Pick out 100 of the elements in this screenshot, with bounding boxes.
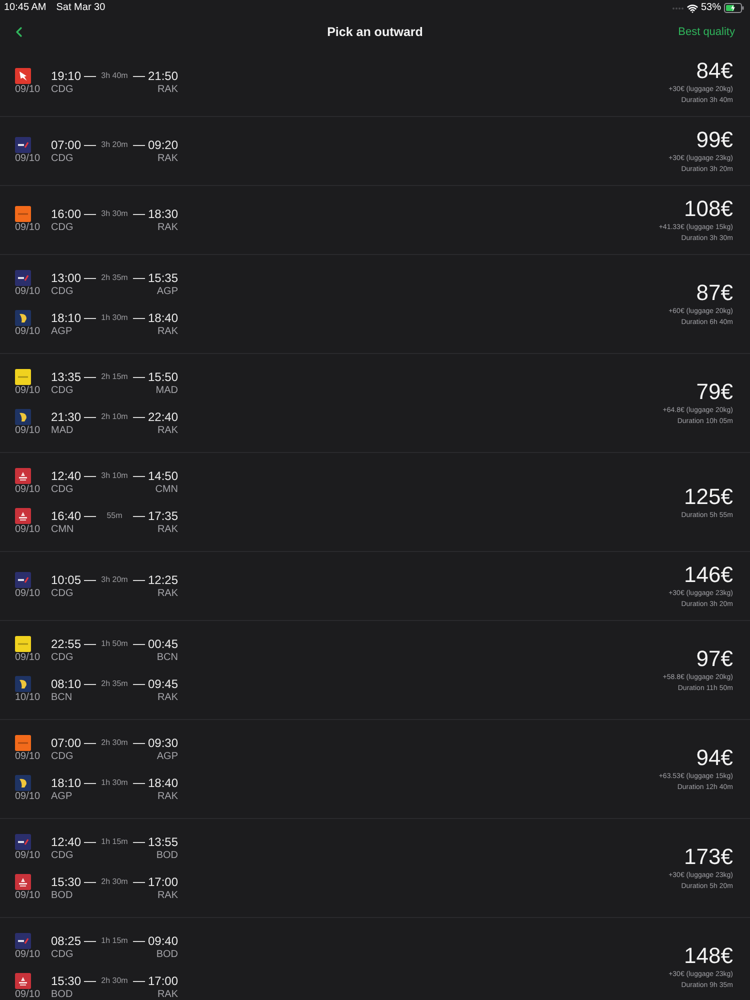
flight-price: 87€ bbox=[696, 280, 733, 306]
leg-duration: 1h 15m bbox=[101, 936, 128, 946]
departure-airport: CMN bbox=[51, 524, 74, 536]
battery-charging-icon bbox=[724, 3, 744, 13]
arrival-airport: RAK bbox=[157, 425, 178, 437]
best-quality-button[interactable]: Best quality bbox=[678, 25, 735, 39]
flight-price: 84€ bbox=[696, 58, 733, 84]
leg-date: 09/10 bbox=[15, 850, 40, 862]
arrival-time: 09:20 bbox=[148, 137, 178, 153]
departure-time: 07:00 bbox=[51, 137, 82, 153]
departure-time: 16:40 bbox=[51, 508, 82, 524]
departure-time: 19:10 bbox=[51, 68, 82, 84]
departure-airport: CDG bbox=[51, 850, 74, 862]
timeline-dash bbox=[84, 940, 96, 942]
arrival-airport: MAD bbox=[156, 385, 178, 397]
arrival-airport: RAK bbox=[157, 588, 178, 600]
departure-airport: CDG bbox=[51, 484, 74, 496]
arrival-time: 15:50 bbox=[148, 369, 178, 385]
leg-date: 09/10 bbox=[15, 484, 40, 496]
flight-price: 99€ bbox=[696, 127, 733, 153]
arrival-time: 09:30 bbox=[148, 735, 178, 751]
arrival-airport: AGP bbox=[156, 751, 178, 763]
arrival-time: 13:55 bbox=[148, 834, 178, 850]
leg-duration: 2h 15m bbox=[101, 372, 128, 382]
flight-price: 97€ bbox=[696, 646, 733, 672]
flight-price: 125€ bbox=[684, 484, 733, 510]
leg-date: 09/10 bbox=[15, 385, 40, 397]
leg-duration: 2h 10m bbox=[101, 412, 128, 422]
arrival-time: 22:40 bbox=[148, 409, 178, 425]
arrival-airport: RAK bbox=[157, 791, 178, 803]
departure-time: 08:25 bbox=[51, 933, 82, 949]
departure-time: 13:35 bbox=[51, 369, 82, 385]
departure-airport: CDG bbox=[51, 222, 74, 234]
departure-airport: CDG bbox=[51, 949, 74, 961]
departure-airport: AGP bbox=[51, 791, 72, 803]
arrival-airport: RAK bbox=[157, 153, 178, 165]
arrival-time: 18:40 bbox=[148, 310, 178, 326]
leg-date: 09/10 bbox=[15, 989, 40, 1000]
timeline-dash bbox=[84, 416, 96, 418]
departure-time: 22:55 bbox=[51, 636, 82, 652]
arrival-airport: RAK bbox=[157, 326, 178, 338]
arrival-time: 15:35 bbox=[148, 270, 178, 286]
flight-price: 148€ bbox=[684, 943, 733, 969]
departure-time: 16:00 bbox=[51, 206, 82, 222]
arrival-airport: RAK bbox=[157, 890, 178, 902]
leg-duration: 2h 30m bbox=[101, 738, 128, 748]
leg-date: 09/10 bbox=[15, 222, 40, 234]
arrival-airport: BCN bbox=[156, 652, 178, 664]
arrival-airport: CMN bbox=[155, 484, 178, 496]
leg-date: 09/10 bbox=[15, 286, 40, 298]
departure-airport: CDG bbox=[51, 652, 74, 664]
timeline-dash bbox=[84, 782, 96, 784]
leg-duration: 2h 30m bbox=[101, 877, 128, 887]
arrival-airport: RAK bbox=[157, 222, 178, 234]
timeline-dash bbox=[132, 940, 145, 942]
leg-date: 09/10 bbox=[15, 751, 40, 763]
leg-duration: 2h 30m bbox=[101, 976, 128, 986]
arrival-time: 09:45 bbox=[148, 676, 178, 692]
leg-duration: 55m bbox=[106, 511, 122, 521]
timeline-dash bbox=[84, 742, 96, 744]
departure-airport: CDG bbox=[51, 84, 74, 96]
departure-airport: BOD bbox=[51, 989, 73, 1000]
departure-time: 21:30 bbox=[51, 409, 82, 425]
status-date: Sat Mar 30 bbox=[56, 2, 106, 14]
departure-airport: AGP bbox=[51, 326, 72, 338]
departure-airport: CDG bbox=[51, 286, 74, 298]
leg-date: 09/10 bbox=[15, 652, 40, 664]
departure-airport: CDG bbox=[51, 385, 74, 397]
leg-date: 09/10 bbox=[15, 326, 40, 338]
arrival-time: 17:00 bbox=[148, 874, 178, 890]
arrival-time: 18:40 bbox=[148, 775, 178, 791]
departure-time: 18:10 bbox=[51, 310, 82, 326]
status-time: 10:45 AM bbox=[4, 2, 46, 14]
departure-time: 10:05 bbox=[51, 572, 82, 588]
arrival-time: 12:25 bbox=[148, 572, 178, 588]
leg-date: 09/10 bbox=[15, 524, 40, 536]
departure-airport: MAD bbox=[51, 425, 74, 437]
flight-price: 146€ bbox=[684, 562, 733, 588]
departure-airport: BOD bbox=[51, 890, 73, 902]
leg-date: 09/10 bbox=[15, 84, 40, 96]
leg-duration: 3h 30m bbox=[101, 209, 128, 219]
leg-date: 10/10 bbox=[15, 692, 40, 704]
signal-dots-icon bbox=[672, 6, 684, 10]
departure-airport: CDG bbox=[51, 588, 74, 600]
departure-time: 15:30 bbox=[51, 874, 82, 890]
arrival-airport: AGP bbox=[156, 286, 178, 298]
flight-price: 79€ bbox=[696, 379, 733, 405]
battery-percent: 53% bbox=[700, 2, 721, 14]
leg-duration: 2h 35m bbox=[101, 273, 128, 283]
arrival-airport: BOD bbox=[156, 850, 178, 862]
departure-time: 13:00 bbox=[51, 270, 82, 286]
timeline-dash bbox=[132, 376, 145, 378]
leg-duration: 3h 20m bbox=[101, 140, 128, 150]
arrival-time: 18:30 bbox=[148, 206, 178, 222]
leg-duration: 3h 40m bbox=[101, 71, 128, 81]
flight-price: 173€ bbox=[684, 844, 733, 870]
departure-airport: BCN bbox=[51, 692, 72, 704]
timeline-dash bbox=[132, 416, 145, 418]
timeline-dash bbox=[132, 742, 145, 744]
arrival-airport: RAK bbox=[157, 989, 178, 1000]
